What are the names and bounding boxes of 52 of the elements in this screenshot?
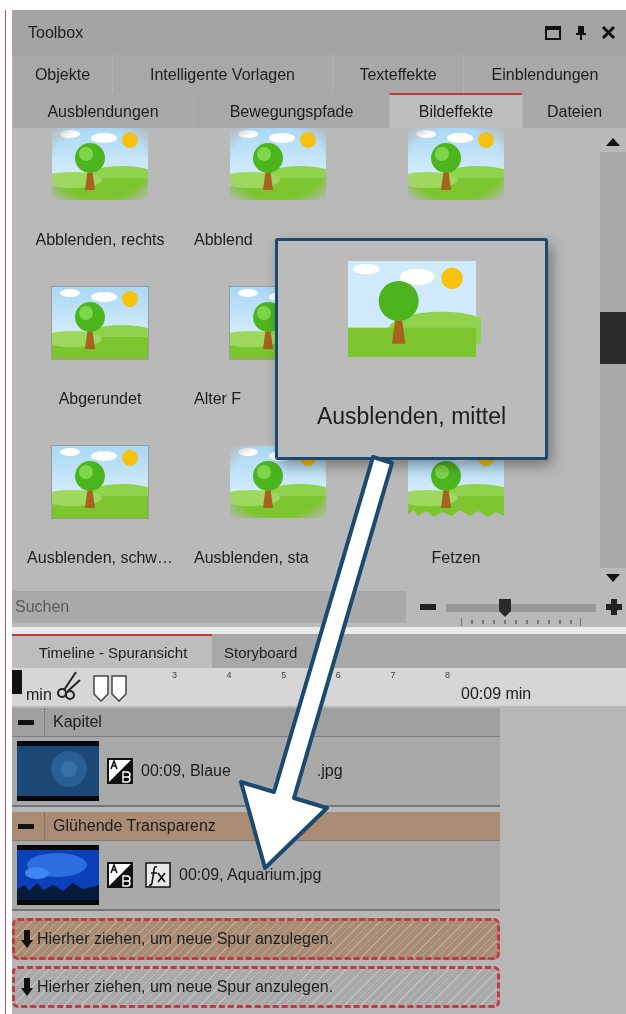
clip-label: .jpg [316,762,343,780]
effect-label: Alter F [194,390,242,408]
ruler-label: min [26,686,52,704]
transition-icon[interactable] [107,862,133,888]
effect-icon[interactable] [145,862,171,888]
collapse-icon[interactable] [18,719,34,725]
clip-label: 00:09, Blaue [141,762,231,780]
effect-label: Abblenden, rechts [35,231,165,249]
marker-flags-icon[interactable] [92,674,128,702]
track-title: Glühende Transparenz [44,812,216,840]
collapse-icon[interactable] [18,823,34,829]
search-field[interactable]: Suchen [12,591,406,623]
ruler-tick-label: 8 [444,670,451,680]
drop-zone[interactable]: Hierher ziehen, um neue Spur anzulegen. [12,966,500,1008]
drop-zone[interactable]: Hierher ziehen, um neue Spur anzulegen. [12,918,500,960]
effect-label: Ausblenden, sta [194,549,309,567]
clip[interactable]: 00:09, Blaue .jpg [12,737,500,807]
plus-icon[interactable] [606,599,622,615]
scroll-down-icon[interactable] [606,574,620,582]
zoom-slider[interactable] [446,598,596,617]
ruler-tick-label: 6 [335,670,342,680]
window-title: Toolbox [28,23,84,42]
ruler-tick-label: 4 [226,670,233,680]
tab[interactable]: Timeline - Spuransicht [12,634,212,668]
drop-hint: Hierher ziehen, um neue Spur anzulegen. [37,930,334,948]
track-title: Kapitel [44,708,102,736]
effect-label: Ausblenden, schw… [27,549,173,567]
popup-label: Ausblenden, mittel [316,403,507,430]
clip[interactable]: 00:09, Aquarium.jpg [12,841,500,911]
scroll-up-icon[interactable] [606,138,620,146]
maximize-icon[interactable] [545,25,561,40]
down-arrow-icon [21,978,33,996]
ruler-tick-label: 5 [281,670,288,680]
slider-thumb[interactable] [497,598,512,617]
ruler-tick-label: 7 [390,670,397,680]
drop-hint: Hierher ziehen, um neue Spur anzulegen. [37,978,334,996]
scroll-thumb[interactable] [600,312,626,364]
transition-icon[interactable] [107,758,133,784]
tab[interactable]: Storyboard [212,634,308,668]
tab[interactable]: Bildeffekte [389,93,522,128]
down-arrow-icon [21,930,33,948]
duration-label: 00:09 min [461,685,532,703]
track-header[interactable]: Kapitel [12,708,500,737]
effect-label: Fetzen [431,549,481,567]
close-icon[interactable] [601,25,616,40]
ruler-tick-label: 3 [172,670,178,680]
scissors-icon[interactable] [56,670,82,700]
start-marker[interactable] [12,670,22,694]
effect-label: Abgerundet [58,390,142,408]
effect-label: Abblend [194,231,253,249]
clip-label: 00:09, Aquarium.jpg [179,866,322,884]
pin-icon[interactable] [575,24,587,41]
